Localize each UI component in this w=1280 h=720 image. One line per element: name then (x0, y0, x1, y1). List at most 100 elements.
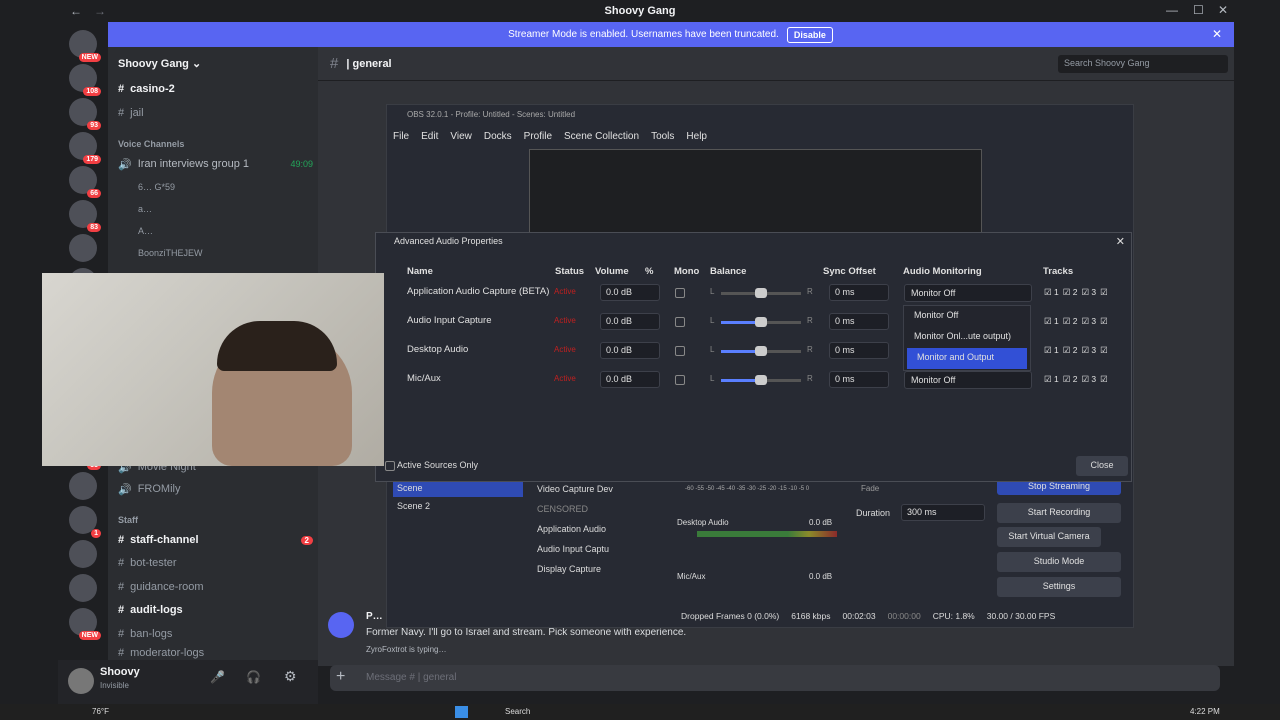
weather-widget[interactable]: 76°F (92, 707, 109, 716)
volume-field[interactable]: 0.0 dB (600, 342, 660, 359)
mono-checkbox[interactable] (675, 346, 685, 356)
sync-offset-field[interactable]: 0 ms (829, 284, 889, 301)
obs-menu-docks[interactable]: Docks (484, 131, 512, 142)
server-icon[interactable] (69, 574, 97, 602)
monitoring-combo[interactable]: Monitor Off (904, 284, 1032, 302)
settings-gear-icon[interactable]: ⚙ (284, 668, 297, 685)
scene-item[interactable]: Scene (393, 481, 523, 497)
server-icon[interactable]: 83 (69, 200, 101, 232)
server-icon[interactable] (69, 472, 97, 500)
add-attachment-icon[interactable]: + (336, 668, 345, 686)
track-checkbox[interactable]: ☑ 1 (1044, 345, 1059, 356)
balance-slider[interactable] (721, 317, 801, 327)
dialog-close-button[interactable]: Close (1076, 456, 1128, 476)
track-checkbox[interactable]: ☑ (1100, 316, 1108, 327)
start-virtual-camera-button[interactable]: Start Virtual Camera (997, 527, 1101, 547)
minimize-icon[interactable]: — (1166, 3, 1178, 17)
volume-field[interactable]: 0.0 dB (600, 313, 660, 330)
mono-checkbox[interactable] (675, 288, 685, 298)
voice-user[interactable]: BoonziTHEJEW (138, 243, 333, 263)
sync-offset-field[interactable]: 0 ms (829, 371, 889, 388)
windows-start-icon[interactable] (455, 706, 468, 718)
source-item[interactable]: Display Capture (533, 561, 667, 581)
sync-offset-field[interactable]: 0 ms (829, 313, 889, 330)
banner-close-icon[interactable]: ✕ (1212, 27, 1222, 41)
close-icon[interactable]: ✕ (1218, 3, 1228, 17)
balance-slider[interactable] (721, 288, 801, 298)
monitoring-option[interactable]: Monitor and Output (907, 348, 1027, 369)
active-sources-checkbox[interactable] (385, 461, 395, 471)
monitoring-option[interactable]: Monitor Onl...ute output) (904, 327, 1030, 348)
track-checkbox[interactable]: ☑ 3 (1081, 287, 1096, 298)
server-icon[interactable]: 108 (69, 64, 101, 96)
obs-menu-scene-collection[interactable]: Scene Collection (564, 131, 639, 142)
balance-slider[interactable] (721, 346, 801, 356)
channel-audit-logs[interactable]: # audit-logs (118, 600, 313, 620)
voice-user[interactable]: 6… G*59 (138, 177, 333, 197)
studio-mode-button[interactable]: Studio Mode (997, 552, 1121, 572)
message-author[interactable]: P… (366, 611, 383, 622)
source-item[interactable]: Video Capture Dev (533, 481, 667, 501)
track-checkbox[interactable]: ☑ 1 (1044, 287, 1059, 298)
obs-menu-profile[interactable]: Profile (524, 131, 552, 142)
transition-type[interactable]: Fade (861, 484, 879, 493)
start-recording-button[interactable]: Start Recording (997, 503, 1121, 523)
dialog-close-icon[interactable]: ✕ (1116, 235, 1125, 248)
channel-guidance-room[interactable]: # guidance-room (118, 577, 313, 597)
avatar[interactable] (68, 668, 94, 694)
track-checkbox[interactable]: ☑ 1 (1044, 374, 1059, 385)
server-icon[interactable]: 179 (69, 132, 101, 164)
channel-fromily[interactable]: 🔊 FROMily (118, 479, 313, 499)
voice-user[interactable]: A… (138, 221, 333, 241)
server-icon[interactable]: 93 (69, 98, 101, 130)
source-item[interactable]: Audio Input Captu (533, 541, 667, 561)
microphone-icon[interactable]: 🎤 (210, 670, 225, 684)
source-item[interactable]: Application Audio (533, 521, 667, 541)
track-checkbox[interactable]: ☑ (1100, 287, 1108, 298)
obs-menu-tools[interactable]: Tools (651, 131, 674, 142)
track-checkbox[interactable]: ☑ 3 (1081, 374, 1096, 385)
server-header[interactable]: Shoovy Gang ⌄ (118, 57, 201, 70)
server-icon[interactable] (69, 540, 97, 568)
voice-user[interactable]: a… (138, 199, 333, 219)
voice-category[interactable]: Voice Channels (118, 139, 184, 149)
server-icon[interactable]: NEW (69, 30, 101, 62)
username[interactable]: Shoovy (100, 666, 140, 678)
sync-offset-field[interactable]: 0 ms (829, 342, 889, 359)
channel-jail[interactable]: # jail (118, 103, 313, 123)
obs-menu-edit[interactable]: Edit (421, 131, 438, 142)
obs-menu-file[interactable]: File (393, 131, 409, 142)
disable-button[interactable]: Disable (786, 26, 833, 43)
channel-bot-tester[interactable]: # bot-tester (118, 553, 313, 573)
duration-field[interactable]: 300 ms (901, 504, 985, 521)
headphones-icon[interactable]: 🎧 (246, 670, 261, 684)
staff-category[interactable]: Staff (118, 515, 138, 525)
channel-ban-logs[interactable]: # ban-logs (118, 624, 313, 644)
volume-field[interactable]: 0.0 dB (600, 371, 660, 388)
channel-casino-2[interactable]: # casino-2 (118, 79, 313, 99)
maximize-icon[interactable]: ☐ (1193, 3, 1204, 17)
balance-slider[interactable] (721, 375, 801, 385)
search-input[interactable]: Search Shoovy Gang (1058, 55, 1228, 73)
source-item[interactable]: CENSORED (533, 501, 667, 521)
channel-moderator-logs[interactable]: # moderator-logs (118, 646, 313, 660)
track-checkbox[interactable]: ☑ 2 (1063, 316, 1078, 327)
track-checkbox[interactable]: ☑ 3 (1081, 345, 1096, 356)
track-checkbox[interactable]: ☑ 1 (1044, 316, 1059, 327)
scene-item[interactable]: Scene 2 (393, 499, 523, 515)
server-icon[interactable]: NEW (69, 608, 101, 640)
taskbar-search[interactable]: Search (505, 707, 530, 716)
track-checkbox[interactable]: ☑ (1100, 345, 1108, 356)
message-input[interactable]: + Message # | general (330, 665, 1220, 691)
obs-menu-help[interactable]: Help (686, 131, 707, 142)
mono-checkbox[interactable] (675, 317, 685, 327)
track-checkbox[interactable]: ☑ 3 (1081, 316, 1096, 327)
clock[interactable]: 4:22 PM (1190, 707, 1220, 716)
monitoring-option[interactable]: Monitor Off (904, 306, 1030, 327)
track-checkbox[interactable]: ☑ 2 (1063, 374, 1078, 385)
track-checkbox[interactable]: ☑ 2 (1063, 287, 1078, 298)
settings-button[interactable]: Settings (997, 577, 1121, 597)
volume-field[interactable]: 0.0 dB (600, 284, 660, 301)
server-icon[interactable] (69, 234, 97, 262)
voice-channel[interactable]: 🔊 Iran interviews group 1 49:09 (118, 154, 313, 174)
